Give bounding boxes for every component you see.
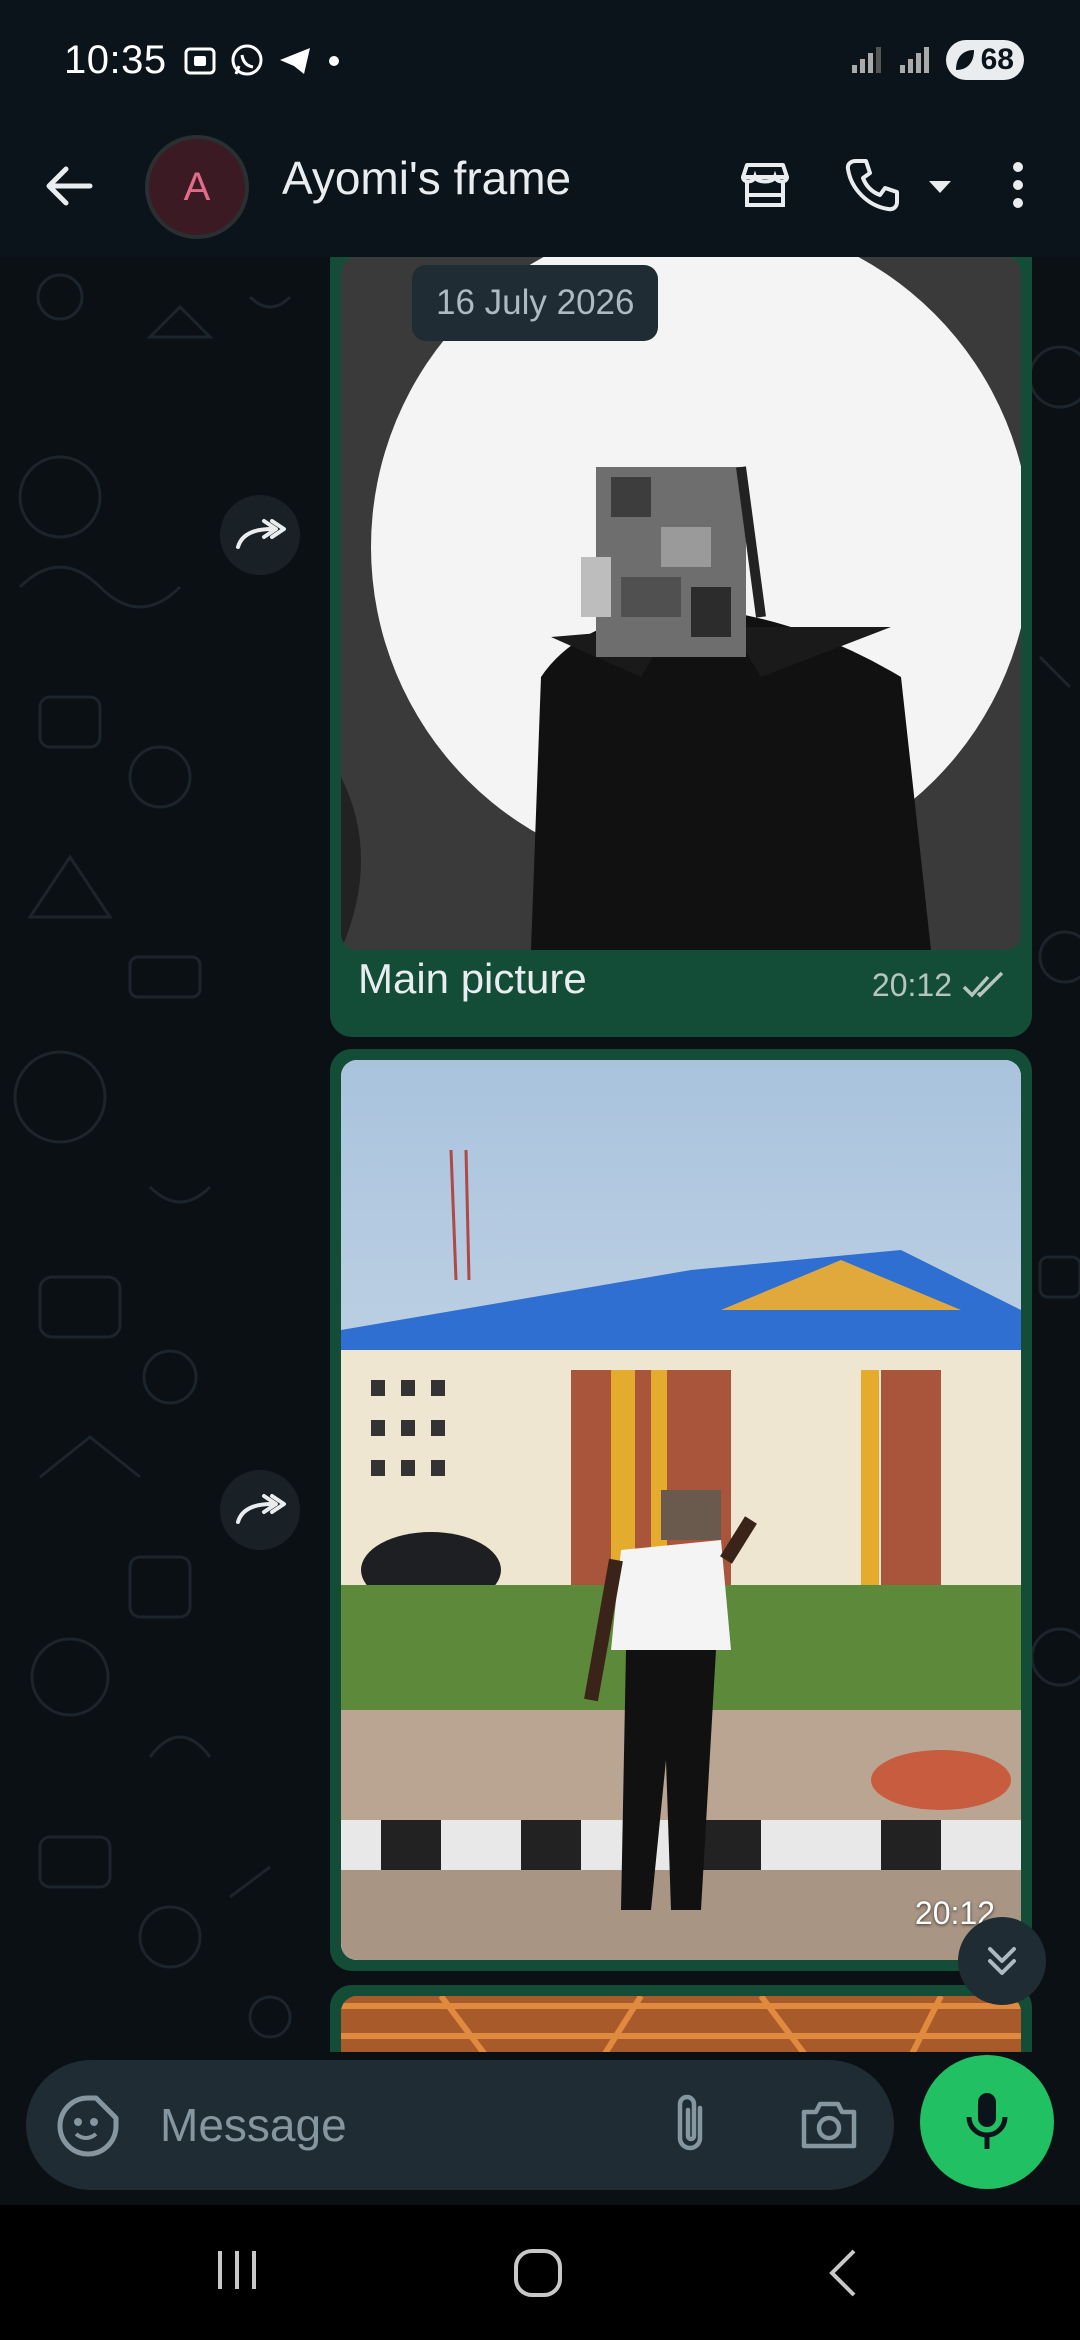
mic-icon: [966, 2093, 1008, 2149]
notification-icons: [182, 42, 344, 80]
contact-name[interactable]: Ayomi's frame: [282, 151, 571, 205]
nav-back-icon[interactable]: [820, 2245, 864, 2301]
sticker-icon[interactable]: [56, 2094, 120, 2158]
forward-icon: [236, 1494, 286, 1524]
signal-icon-2: [900, 47, 929, 73]
message-time: 20:12: [871, 967, 952, 1003]
message-composer: Message: [26, 2060, 894, 2190]
home-icon[interactable]: [510, 2245, 566, 2301]
phone-icon[interactable]: [842, 155, 902, 215]
chevron-down-icon[interactable]: [925, 173, 955, 203]
forward-button[interactable]: [220, 495, 300, 575]
scroll-to-bottom-button[interactable]: [958, 1917, 1046, 2005]
chat-area[interactable]: Main picture 20:12 16 July 2026 20:12: [0, 257, 1080, 2052]
image-content: [341, 1060, 1021, 1960]
image-main-picture[interactable]: [341, 257, 1021, 950]
message-input[interactable]: Message: [160, 2098, 347, 2152]
system-status: 68: [850, 40, 1024, 80]
signal-icon-1: [852, 47, 881, 73]
battery-saver-icon: [956, 50, 974, 70]
message-meta: 20:12: [872, 967, 1008, 1004]
shop-icon[interactable]: [735, 155, 795, 215]
image-ict-center[interactable]: 20:12: [341, 1060, 1021, 1960]
camera-icon[interactable]: [798, 2094, 860, 2156]
screenshot-icon: [184, 47, 216, 75]
double-check-icon: [962, 971, 1004, 998]
date-chip: 16 July 2026: [412, 265, 659, 341]
avatar-letter: A: [183, 164, 211, 209]
voice-record-button[interactable]: [920, 2055, 1054, 2189]
dot-icon: [329, 56, 339, 66]
image-partial[interactable]: [341, 1996, 1021, 2052]
scroll-down-icon: [988, 1947, 1016, 1975]
telegram-icon: [280, 48, 310, 74]
battery-indicator: 68: [946, 40, 1024, 80]
message-bubble-image[interactable]: [330, 1985, 1032, 2052]
message-bubble-image[interactable]: Main picture 20:12: [330, 257, 1032, 1037]
more-vertical-icon[interactable]: [1000, 155, 1036, 215]
recent-apps-icon[interactable]: [212, 2245, 262, 2295]
chat-header: A Ayomi's frame: [0, 125, 1080, 257]
whatsapp-icon: [231, 44, 263, 76]
back-arrow-icon[interactable]: [36, 153, 102, 219]
avatar[interactable]: A: [145, 135, 249, 239]
image-content: [341, 257, 1021, 950]
image-content: [341, 1996, 1021, 2052]
forward-icon: [236, 519, 286, 549]
status-bar: 10:35 68: [0, 0, 1080, 125]
status-time: 10:35: [64, 38, 167, 82]
battery-level: 68: [980, 43, 1014, 76]
system-nav-bar: [0, 2205, 1080, 2340]
message-bubble-image[interactable]: 20:12: [330, 1049, 1032, 1971]
forward-button[interactable]: [220, 1470, 300, 1550]
message-caption: Main picture: [358, 955, 587, 1002]
attach-icon[interactable]: [666, 2090, 716, 2160]
